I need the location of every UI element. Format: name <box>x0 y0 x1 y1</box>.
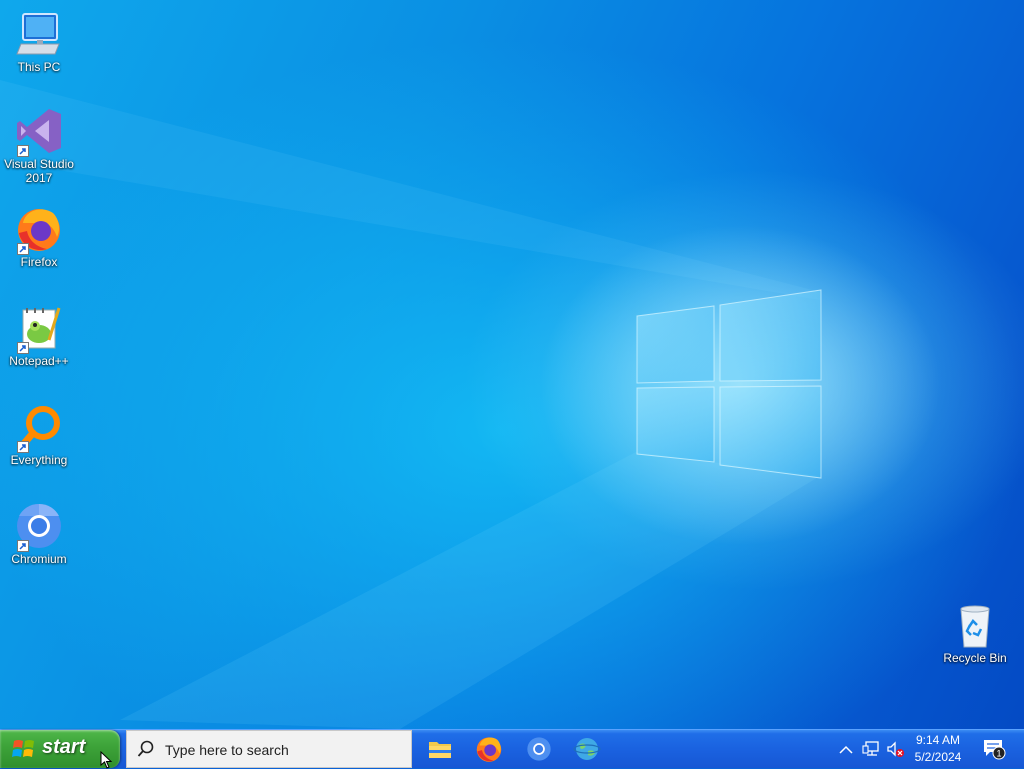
notepadpp-icon <box>15 304 63 354</box>
desktop-icon-recycle-bin[interactable]: Recycle Bin <box>937 601 1013 665</box>
taskbar: start Type here to search 9:14 AM 5/2/20… <box>0 729 1024 768</box>
start-label: start <box>42 736 86 758</box>
notification-icon: 1 <box>984 740 1006 760</box>
folder-icon <box>429 742 451 758</box>
search-icon <box>137 740 154 757</box>
volume-button[interactable] <box>886 740 904 763</box>
volume-muted-icon <box>887 741 904 757</box>
taskbar-firefox[interactable] <box>475 735 503 763</box>
taskbar-file-explorer[interactable] <box>426 735 454 763</box>
notification-count: 1 <box>996 749 1001 759</box>
clock-time: 9:14 AM <box>915 733 961 747</box>
wallpaper <box>0 80 940 729</box>
desktop-icon-label: Firefox <box>20 255 58 269</box>
action-center-button[interactable]: 1 <box>982 738 1006 765</box>
recycle-bin-icon <box>951 601 999 649</box>
globe-icon <box>573 738 601 760</box>
windows-logo-icon <box>12 740 34 757</box>
desktop-icon-firefox[interactable]: Firefox <box>1 205 77 269</box>
mouse-cursor-icon <box>100 751 113 769</box>
computer-icon <box>15 10 63 58</box>
chevron-up-icon <box>839 745 853 754</box>
desktop-icon-notepadpp[interactable]: Notepad++ <box>1 304 77 368</box>
search-placeholder: Type here to search <box>165 742 289 758</box>
visual-studio-icon <box>15 107 63 157</box>
desktop-icon-label: Chromium <box>11 552 67 566</box>
clock-date: 5/2/2024 <box>914 750 962 764</box>
taskbar-web-browser[interactable] <box>573 735 601 763</box>
desktop-icon-everything[interactable]: Everything <box>1 403 77 467</box>
desktop-icon-this-pc[interactable]: This PC <box>1 10 77 74</box>
network-icon <box>862 741 879 756</box>
desktop-icon-label: Everything <box>10 453 68 467</box>
everything-icon <box>15 403 63 453</box>
shortcut-arrow-icon <box>17 441 29 453</box>
chromium-icon <box>527 737 551 761</box>
shortcut-arrow-icon <box>17 145 29 157</box>
show-hidden-icons-button[interactable] <box>839 742 853 760</box>
desktop-icon-label: Notepad++ <box>9 354 69 368</box>
clock[interactable]: 9:14 AM 5/2/2024 <box>908 732 968 766</box>
desktop-icon-label: This PC <box>17 60 61 74</box>
desktop-icon-chromium[interactable]: Chromium <box>1 502 77 566</box>
taskbar-chromium[interactable] <box>525 735 553 763</box>
search-box[interactable]: Type here to search <box>126 730 412 768</box>
firefox-icon <box>15 205 63 255</box>
shortcut-arrow-icon <box>17 342 29 354</box>
desktop-icon-visual-studio[interactable]: Visual Studio 2017 <box>1 107 77 185</box>
shortcut-arrow-icon <box>17 243 29 255</box>
desktop-icon-label: Recycle Bin <box>943 651 1007 665</box>
shortcut-arrow-icon <box>17 540 29 552</box>
desktop[interactable]: This PC Visual Studio 2017 Firefox Notep… <box>0 0 1024 729</box>
desktop-icon-label: Visual Studio 2017 <box>4 157 74 185</box>
network-button[interactable] <box>862 740 880 763</box>
firefox-icon <box>476 737 502 762</box>
chromium-icon <box>15 502 63 552</box>
